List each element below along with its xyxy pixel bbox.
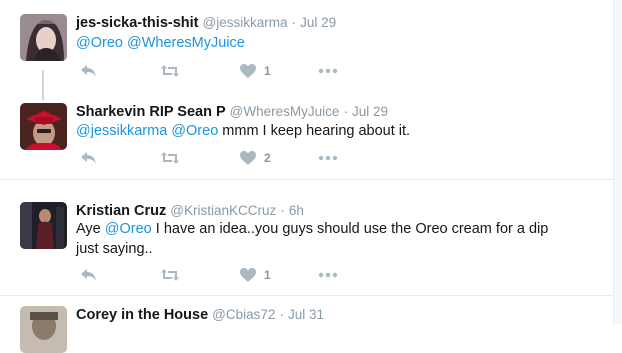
heart-icon <box>240 151 256 165</box>
tweet-text: Aye @Oreo I have an idea..you guys shoul… <box>76 219 566 259</box>
mention-link[interactable]: @Oreo <box>105 221 152 237</box>
tweet-kristiankccruz[interactable]: Kristian Cruz @KristianKCCruz · 6h Aye @… <box>0 180 613 295</box>
username[interactable]: @Cbias72 <box>212 307 275 322</box>
more-icon <box>318 155 338 161</box>
tweet-text: @Oreo @WheresMyJuice <box>76 33 596 53</box>
more-icon <box>318 68 338 74</box>
separator: · <box>343 104 348 119</box>
tweet-actions: 1 <box>76 265 376 285</box>
retweet-button[interactable] <box>160 265 180 285</box>
heart-icon <box>240 268 256 282</box>
mention-link[interactable]: @Oreo <box>171 123 218 139</box>
retweet-button[interactable] <box>160 61 180 81</box>
separator: · <box>280 203 285 218</box>
display-name[interactable]: jes-sicka-this-shit <box>76 15 199 31</box>
reply-button[interactable] <box>80 265 97 285</box>
username[interactable]: @jessikkarma <box>203 15 288 30</box>
retweet-icon <box>161 269 179 281</box>
reply-icon <box>81 269 96 281</box>
more-icon <box>318 272 338 278</box>
username[interactable]: @KristianKCCruz <box>170 203 276 218</box>
reply-icon <box>81 152 96 164</box>
like-count: 1 <box>264 268 271 282</box>
tweet-text-body: mmm I keep hearing about it. <box>218 123 411 139</box>
more-button[interactable] <box>318 61 338 81</box>
timestamp[interactable]: Jul 29 <box>300 15 336 30</box>
mention-link[interactable]: @Oreo <box>76 35 123 51</box>
retweet-icon <box>161 65 179 77</box>
retweet-icon <box>161 152 179 164</box>
reply-button[interactable] <box>80 61 97 81</box>
like-count: 2 <box>264 151 271 165</box>
like-button[interactable]: 2 <box>240 148 271 168</box>
more-button[interactable] <box>318 148 338 168</box>
tweet-wheresmyjuice[interactable]: Sharkevin RIP Sean P @WheresMyJuice · Ju… <box>0 100 613 178</box>
tweet-header: Sharkevin RIP Sean P @WheresMyJuice · Ju… <box>76 103 388 121</box>
display-name[interactable]: Sharkevin RIP Sean P <box>76 104 226 120</box>
avatar[interactable] <box>20 202 67 249</box>
tweet-actions: 2 <box>76 148 376 168</box>
mention-link[interactable]: @WheresMyJuice <box>127 35 245 51</box>
heart-icon <box>240 64 256 78</box>
timestamp[interactable]: 6h <box>289 203 304 218</box>
username[interactable]: @WheresMyJuice <box>230 104 340 119</box>
timestamp[interactable]: Jul 29 <box>352 104 388 119</box>
avatar[interactable] <box>20 14 67 61</box>
tweet-header: Kristian Cruz @KristianKCCruz · 6h <box>76 202 304 220</box>
reply-button[interactable] <box>80 148 97 168</box>
retweet-button[interactable] <box>160 148 180 168</box>
display-name[interactable]: Corey in the House <box>76 307 208 323</box>
like-button[interactable]: 1 <box>240 265 271 285</box>
separator: · <box>279 307 284 322</box>
tweet-cbias72[interactable]: Corey in the House @Cbias72 · Jul 31 <box>0 296 613 353</box>
tweet-actions: 1 <box>76 61 376 81</box>
reply-icon <box>81 65 96 77</box>
like-button[interactable]: 1 <box>240 61 271 81</box>
timestamp[interactable]: Jul 31 <box>288 307 324 322</box>
tweet-jessikkarma[interactable]: jes-sicka-this-shit @jessikkarma · Jul 2… <box>0 0 613 100</box>
page-gutter <box>614 0 622 324</box>
avatar[interactable] <box>20 103 67 150</box>
more-button[interactable] <box>318 265 338 285</box>
separator: · <box>291 15 297 30</box>
avatar[interactable] <box>20 306 67 353</box>
tweet-header: jes-sicka-this-shit @jessikkarma · Jul 2… <box>76 14 336 32</box>
display-name[interactable]: Kristian Cruz <box>76 203 166 219</box>
tweet-text: @jessikkarma @Oreo mmm I keep hearing ab… <box>76 121 596 141</box>
mention-link[interactable]: @jessikkarma <box>76 123 167 139</box>
tweet-text-body: Aye <box>76 221 105 237</box>
tweet-header: Corey in the House @Cbias72 · Jul 31 <box>76 306 324 324</box>
like-count: 1 <box>264 64 271 78</box>
